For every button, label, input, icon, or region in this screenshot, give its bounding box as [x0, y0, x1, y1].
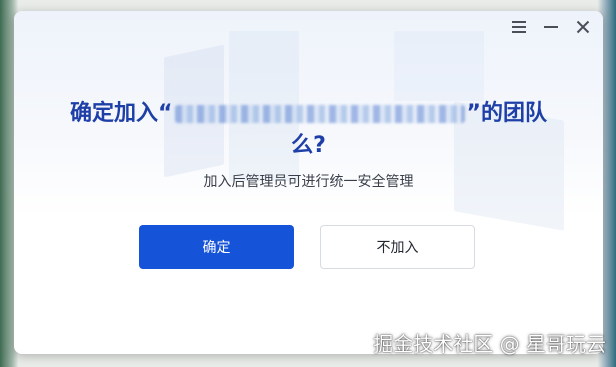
dialog-subtitle: 加入后管理员可进行统一安全管理	[203, 174, 414, 190]
window-controls	[509, 17, 593, 37]
dialog-title-prefix: 确定加入“	[70, 101, 173, 126]
decorative-building-shape	[394, 31, 484, 101]
join-team-dialog: 确定加入“ ”的团队么? 加入后管理员可进行统一安全管理 确定 不加入	[14, 11, 603, 354]
watermark-text: 掘金技术社区 @ 星哥玩云	[373, 332, 606, 356]
decline-button[interactable]: 不加入	[320, 225, 475, 269]
desktop-background: 确定加入“ ”的团队么? 加入后管理员可进行统一安全管理 确定 不加入 掘金技术社…	[0, 0, 616, 367]
menu-icon[interactable]	[509, 17, 529, 37]
dialog-title: 确定加入“ ”的团队么?	[54, 98, 563, 162]
minimize-icon[interactable]	[541, 17, 561, 37]
close-icon[interactable]	[573, 17, 593, 37]
confirm-button[interactable]: 确定	[139, 225, 294, 269]
blurred-team-name	[174, 105, 465, 123]
